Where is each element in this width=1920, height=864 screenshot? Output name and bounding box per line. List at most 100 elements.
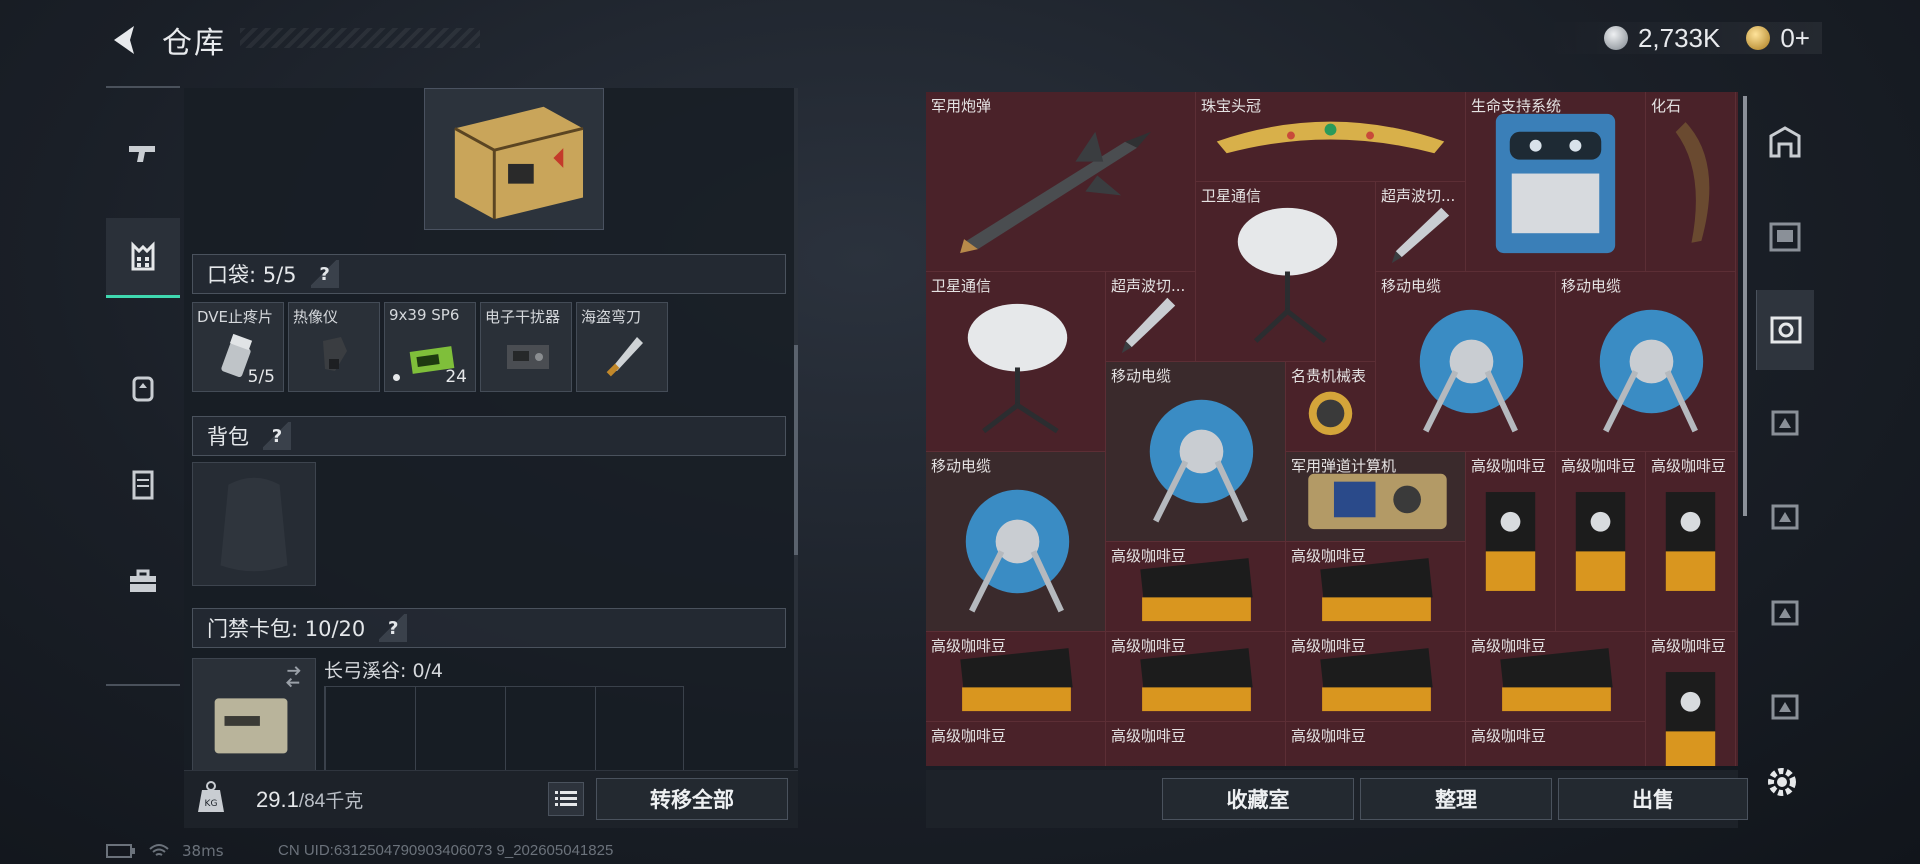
grid-item-cable-reel-4[interactable]: 移动电缆 xyxy=(926,452,1106,632)
grid-item-luxury-watch[interactable]: 名贵机械表 xyxy=(1286,362,1376,452)
slot-label: 9x39 SP6 xyxy=(389,306,460,324)
weight-icon: KG xyxy=(198,781,224,812)
grid-item-coffee-beans-3[interactable]: 高级咖啡豆 xyxy=(1646,452,1736,632)
grid-item-coffee-beans-12[interactable]: 高级咖啡豆 xyxy=(1106,722,1286,766)
shelf-box-icon xyxy=(1771,600,1799,626)
locker-icon xyxy=(132,470,154,500)
grid-item-coffee-beans-4[interactable]: 高级咖啡豆 xyxy=(1106,542,1286,632)
coffee-bag-image xyxy=(1665,492,1716,591)
slot-label: DVE止疼片 xyxy=(197,308,274,326)
safe-box-icon xyxy=(1770,316,1801,344)
title-decoration xyxy=(240,28,480,48)
grid-item-satellite-comm-1[interactable]: 卫星通信 xyxy=(1196,182,1376,362)
grid-item-satellite-comm-2[interactable]: 卫星通信 xyxy=(926,272,1106,452)
ultrasonic-cutter-image xyxy=(1121,297,1176,354)
keycard-title: 门禁卡包: 10/20 xyxy=(207,617,366,641)
grid-item-coffee-beans-10[interactable]: 高级咖啡豆 xyxy=(1646,632,1736,766)
item-label: 高级咖啡豆 xyxy=(931,727,1007,745)
grid-item-coffee-beans-7[interactable]: 高级咖啡豆 xyxy=(1106,632,1286,722)
help-icon[interactable]: ? xyxy=(263,422,291,450)
tab-warehouse-2[interactable] xyxy=(1756,196,1814,276)
weight-readout: 29.1/84千克 xyxy=(256,786,363,813)
coffee-bag-image xyxy=(1485,492,1536,591)
list-view-button[interactable] xyxy=(548,782,584,816)
grid-item-ballistic-computer[interactable]: 军用弹道计算机 xyxy=(1286,452,1466,542)
back-arrow-icon[interactable] xyxy=(104,20,144,60)
warehouse-building-icon xyxy=(1769,126,1801,158)
nav-locker[interactable] xyxy=(106,444,180,524)
tab-warehouse-7[interactable] xyxy=(1756,666,1814,746)
loadout-scrollbar-thumb[interactable] xyxy=(794,345,798,555)
nav-toolbox[interactable] xyxy=(106,542,180,622)
cable-reel-image xyxy=(1419,309,1524,433)
satellite-dish-image xyxy=(1237,207,1338,344)
help-icon[interactable]: ? xyxy=(310,260,339,288)
grid-item-coffee-beans-5[interactable]: 高级咖啡豆 xyxy=(1286,542,1466,632)
grid-item-military-shell[interactable]: 军用炮弹 xyxy=(926,92,1196,272)
slot-label: 海盗弯刀 xyxy=(581,308,642,326)
status-bar: 38ms xyxy=(106,842,224,860)
nav-vest[interactable] xyxy=(106,218,180,298)
grid-item-ultrasonic-cutter-1[interactable]: 超声波切... xyxy=(1376,182,1466,272)
cable-reel-image xyxy=(1149,399,1254,523)
equipped-case-item[interactable] xyxy=(424,88,604,230)
grid-item-coffee-beans-14[interactable]: 高级咖啡豆 xyxy=(1466,722,1646,766)
coffee-bag-image xyxy=(1665,672,1716,766)
pocket-section-header: 口袋: 5/5 ? xyxy=(192,254,786,294)
tab-warehouse-5[interactable] xyxy=(1756,476,1814,556)
grid-item-coffee-beans-6[interactable]: 高级咖啡豆 xyxy=(926,632,1106,722)
collection-room-button[interactable]: 收藏室 xyxy=(1162,778,1354,820)
valley-card-grid[interactable] xyxy=(324,686,684,776)
help-icon[interactable]: ? xyxy=(379,614,408,642)
gold-coin-icon xyxy=(1746,26,1771,50)
nav-backpack[interactable] xyxy=(106,348,180,428)
gold-currency-value: 0+ xyxy=(1780,22,1810,53)
grid-item-cable-reel-1[interactable]: 移动电缆 xyxy=(1376,272,1556,452)
grid-item-fossil[interactable]: 化石 xyxy=(1646,92,1736,272)
grid-item-jeweled-crown[interactable]: 珠宝头冠 xyxy=(1196,92,1466,182)
missile-image xyxy=(960,131,1151,254)
pocket-slot-cutlass[interactable]: 海盗弯刀 xyxy=(576,302,668,392)
nav-weapons[interactable] xyxy=(106,114,180,194)
tab-warehouse-3[interactable] xyxy=(1756,290,1814,370)
backpack-slot-empty[interactable] xyxy=(192,462,316,586)
cutlass-icon xyxy=(606,337,643,377)
shelf-box-icon xyxy=(1771,504,1799,530)
cable-reel-image xyxy=(1599,309,1704,433)
crown-image xyxy=(1216,121,1445,154)
grid-item-coffee-beans-1[interactable]: 高级咖啡豆 xyxy=(1466,452,1556,632)
satellite-dish-image xyxy=(967,303,1068,434)
tab-warehouse-4[interactable] xyxy=(1756,382,1814,462)
svg-text:KG: KG xyxy=(205,799,218,809)
grid-item-coffee-beans-2[interactable]: 高级咖啡豆 xyxy=(1556,452,1646,632)
pocket-slot-thermal[interactable]: 热像仪 xyxy=(288,302,380,392)
coffee-bag-image xyxy=(1140,558,1253,622)
tab-warehouse-6[interactable] xyxy=(1756,572,1814,652)
pocket-slot-painkiller[interactable]: DVE止疼片 5/5 xyxy=(192,302,284,392)
grid-item-coffee-beans-11[interactable]: 高级咖啡豆 xyxy=(926,722,1106,766)
transfer-all-button[interactable]: 转移全部 xyxy=(596,778,788,820)
weight-current: 29.1 xyxy=(256,787,299,812)
grid-item-coffee-beans-9[interactable]: 高级咖啡豆 xyxy=(1466,632,1646,722)
grid-item-cable-reel-3[interactable]: 移动电缆 xyxy=(1106,362,1286,542)
pocket-slot-ammo[interactable]: 9x39 SP6 24 xyxy=(384,302,476,392)
warehouse-scrollbar[interactable] xyxy=(1743,96,1747,516)
grid-item-cable-reel-2[interactable]: 移动电缆 xyxy=(1556,272,1736,452)
item-label: 高级咖啡豆 xyxy=(1291,727,1367,745)
pocket-slot-jammer[interactable]: 电子干扰器 xyxy=(480,302,572,392)
backpack-title: 背包 xyxy=(207,425,249,449)
thermal-imager-icon xyxy=(323,337,347,371)
watch-image xyxy=(1308,391,1353,436)
keycard-holder-slot[interactable] xyxy=(192,658,316,778)
grid-item-ultrasonic-cutter-2[interactable]: 超声波切... xyxy=(1106,272,1196,362)
gear-icon[interactable] xyxy=(1762,762,1802,802)
sort-button[interactable]: 整理 xyxy=(1360,778,1552,820)
backpack-section-header: 背包 ? xyxy=(192,416,786,456)
grid-item-coffee-beans-13[interactable]: 高级咖啡豆 xyxy=(1286,722,1466,766)
warehouse-grid: 军用炮弹 珠宝头冠 生命支持系统 化石 卫星通信 超声波切... 卫星通信 超声… xyxy=(926,92,1738,766)
sell-button[interactable]: 出售 xyxy=(1558,778,1748,820)
grid-item-coffee-beans-8[interactable]: 高级咖啡豆 xyxy=(1286,632,1466,722)
ballistic-computer-image xyxy=(1308,473,1447,530)
grid-item-life-support[interactable]: 生命支持系统 xyxy=(1466,92,1646,272)
tab-warehouse-1[interactable] xyxy=(1756,102,1814,182)
